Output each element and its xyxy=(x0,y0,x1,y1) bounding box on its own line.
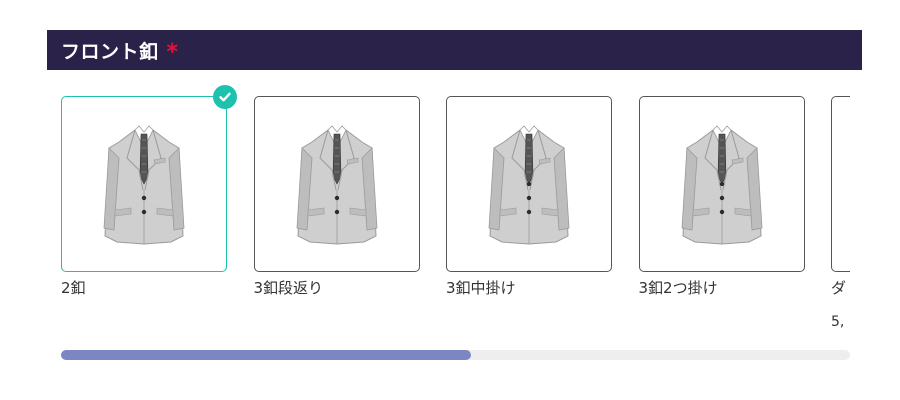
scrollbar-thumb[interactable] xyxy=(61,350,472,360)
option-carousel[interactable]: 2釦 3釦段返り 3釦中掛け 3釦2つ掛け ダ 5, xyxy=(47,82,850,342)
option-track: 2釦 3釦段返り 3釦中掛け 3釦2つ掛け ダ 5, xyxy=(47,82,850,342)
option-card[interactable]: 3釦段返り xyxy=(253,96,420,298)
option-card[interactable]: ダ 5, xyxy=(831,96,850,330)
option-card[interactable]: 3釦2つ掛け xyxy=(638,96,805,298)
check-icon xyxy=(219,92,231,102)
section-header: フロント釦 * xyxy=(47,30,862,70)
option-thumbnail[interactable] xyxy=(253,96,420,272)
option-thumbnail[interactable] xyxy=(831,96,850,272)
option-label: 3釦段返り xyxy=(253,279,324,297)
option-label: ダ xyxy=(831,279,847,297)
selected-check-badge xyxy=(213,85,237,109)
option-price: 5, xyxy=(831,314,845,330)
option-label: 2釦 xyxy=(61,279,86,297)
option-thumbnail[interactable] xyxy=(446,96,612,272)
suit-jacket-icon xyxy=(103,125,185,245)
option-card[interactable]: 2釦 xyxy=(61,96,227,298)
suit-jacket-icon xyxy=(296,125,377,245)
suit-jacket-icon xyxy=(488,125,570,245)
option-card[interactable]: 3釦中掛け xyxy=(446,96,612,298)
option-label: 3釦中掛け xyxy=(446,279,516,297)
section-title: フロント釦 xyxy=(61,40,159,63)
required-mark: * xyxy=(166,40,179,65)
suit-jacket-icon xyxy=(681,125,762,245)
option-label: 3釦2つ掛け xyxy=(638,279,718,297)
option-thumbnail[interactable] xyxy=(638,96,805,272)
horizontal-scrollbar[interactable] xyxy=(61,350,850,360)
option-thumbnail[interactable] xyxy=(61,96,227,272)
